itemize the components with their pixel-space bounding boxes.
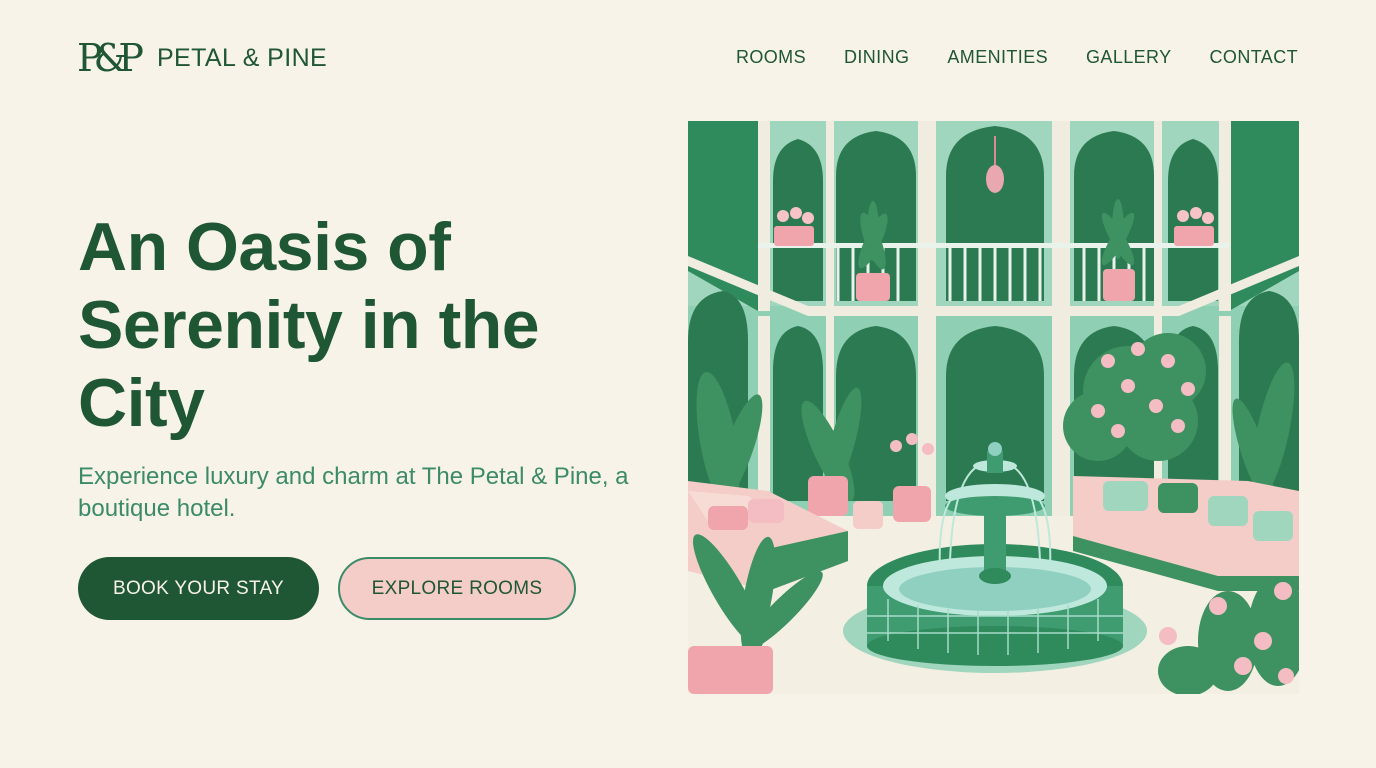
nav-item-dining[interactable]: DINING	[844, 47, 909, 68]
courtyard-illustration	[688, 121, 1299, 694]
explore-rooms-button[interactable]: EXPLORE ROOMS	[338, 557, 576, 620]
nav-item-amenities[interactable]: AMENITIES	[947, 47, 1048, 68]
brand-name: PETAL & PINE	[156, 43, 328, 72]
nav-item-rooms[interactable]: ROOMS	[736, 47, 806, 68]
logo-monogram: P&P	[77, 36, 144, 80]
main-nav: ROOMS DINING AMENITIES GALLERY CONTACT	[736, 47, 1298, 68]
nav-item-contact[interactable]: CONTACT	[1210, 47, 1298, 68]
nav-item-gallery[interactable]: GALLERY	[1086, 47, 1172, 68]
hero-subtitle: Experience luxury and charm at The Petal…	[78, 463, 629, 522]
book-stay-button[interactable]: BOOK YOUR STAY	[78, 557, 319, 620]
brand-logo[interactable]: P&P PETAL & PINE	[77, 38, 327, 78]
hero-title: An Oasis of Serenity in the City	[78, 209, 540, 441]
